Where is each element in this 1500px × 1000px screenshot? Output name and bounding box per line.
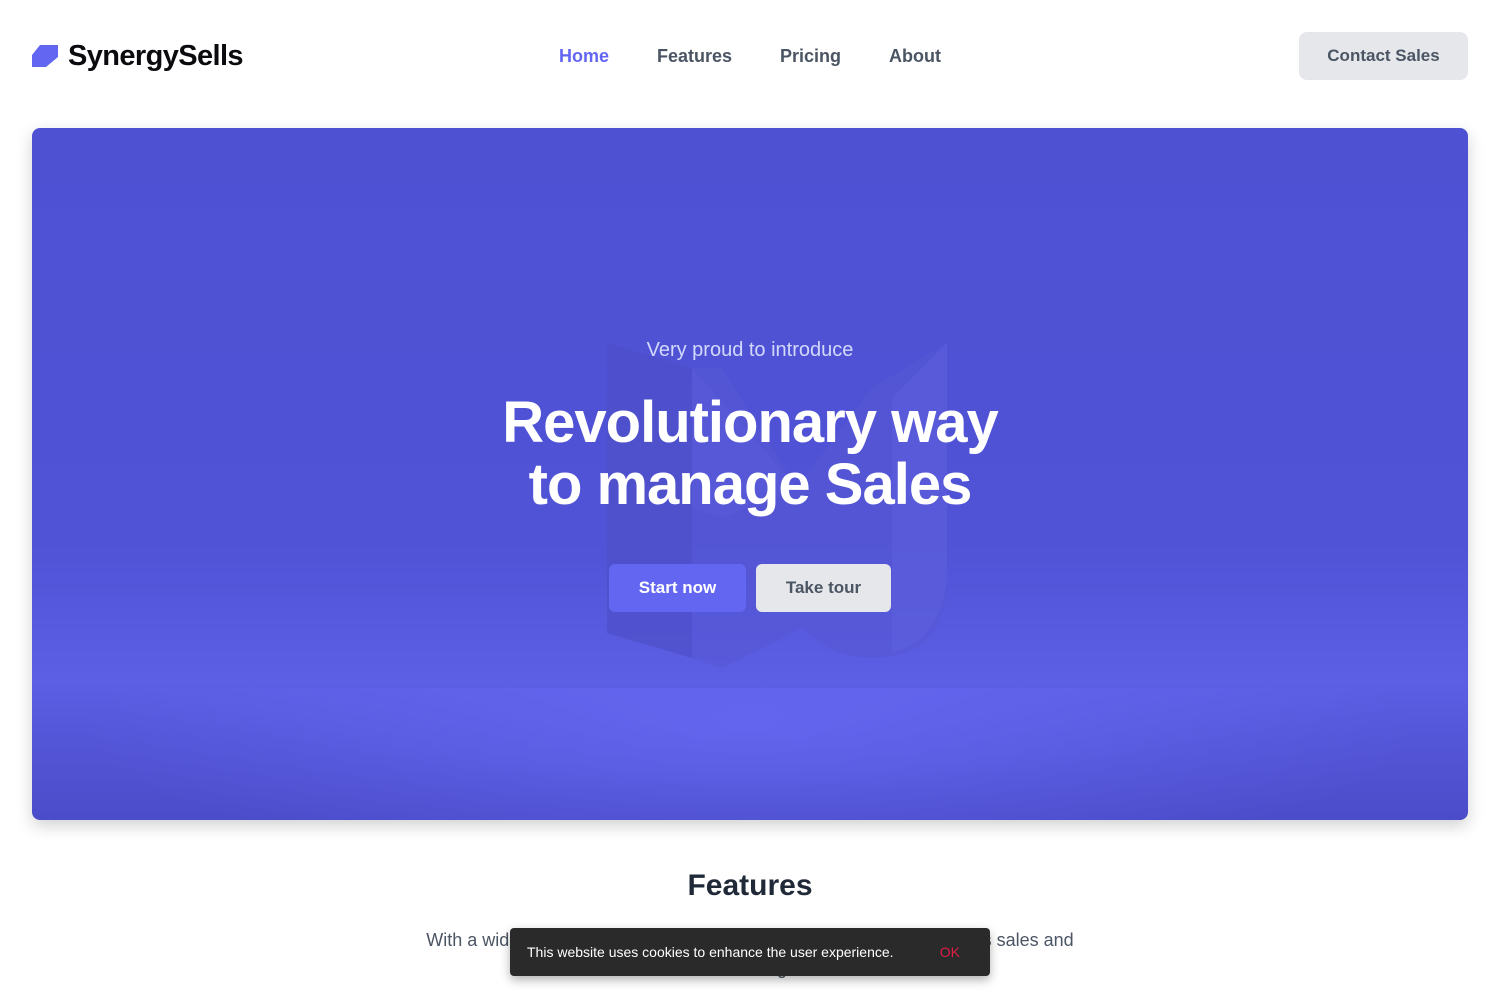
cookie-ok-button[interactable]: OK [930, 944, 970, 960]
parallelogram-logo-icon [32, 45, 58, 67]
contact-sales-button[interactable]: Contact Sales [1299, 32, 1468, 80]
nav-item-about[interactable]: About [889, 40, 941, 72]
cookie-banner: This website uses cookies to enhance the… [510, 928, 990, 976]
hero-title-line-2: to manage Sales [528, 452, 973, 517]
hero-eyebrow: Very proud to introduce [646, 339, 854, 361]
hero-actions: Start now Take tour [32, 564, 1468, 612]
cookie-message: This website uses cookies to enhance the… [527, 944, 894, 960]
hero-title-line-1: Revolutionary way [502, 390, 998, 455]
nav-item-pricing[interactable]: Pricing [780, 40, 841, 72]
hero-floor-glow [32, 688, 1468, 820]
hero-section: Very proud to introduce Revolutionary wa… [32, 128, 1468, 820]
nav-item-home[interactable]: Home [559, 40, 609, 72]
brand-logo[interactable]: SynergySells [32, 38, 244, 74]
features-title: Features [687, 869, 813, 902]
site-header: SynergySells Home Features Pricing About… [0, 0, 1500, 112]
nav-item-features[interactable]: Features [657, 40, 732, 72]
hero-content: Very proud to introduce Revolutionary wa… [32, 336, 1468, 612]
take-tour-button[interactable]: Take tour [756, 564, 891, 612]
start-now-button[interactable]: Start now [609, 564, 746, 612]
hero-title: Revolutionary way to manage Sales [32, 392, 1468, 516]
brand-name: SynergySells [68, 39, 244, 72]
